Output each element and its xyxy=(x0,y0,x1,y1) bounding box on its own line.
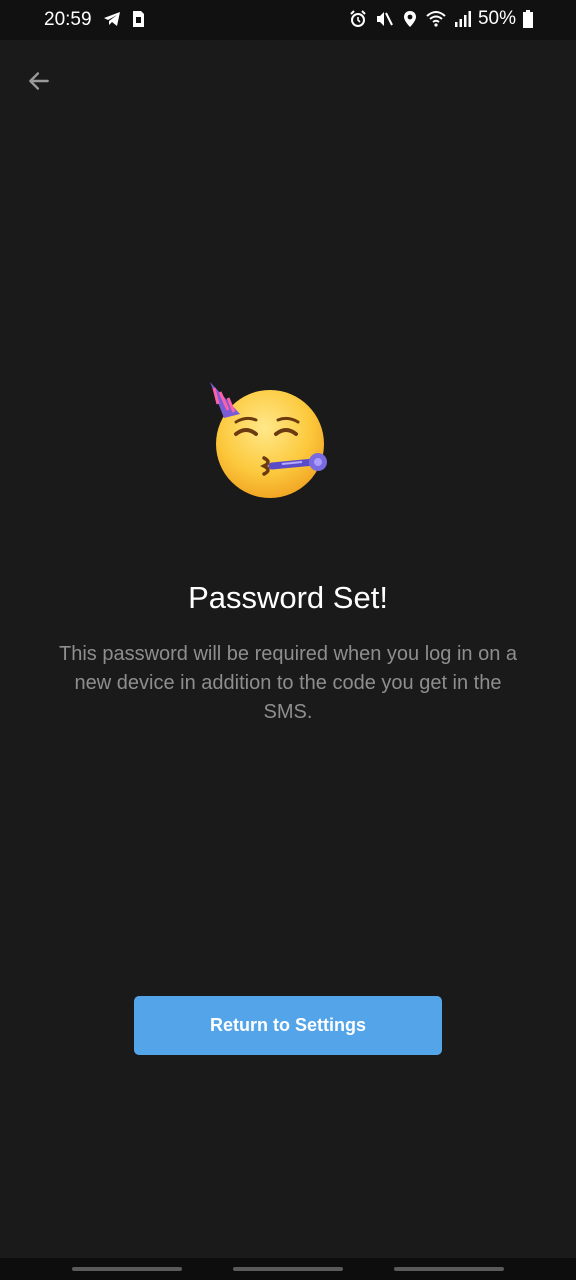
nav-recent-button[interactable] xyxy=(72,1267,182,1271)
description-text: This password will be required when you … xyxy=(58,643,518,723)
status-left-icons xyxy=(102,9,148,29)
system-nav-bar xyxy=(0,1258,576,1280)
signal-icon xyxy=(452,9,472,29)
location-icon xyxy=(400,9,420,29)
alarm-icon xyxy=(348,9,368,29)
arrow-left-icon xyxy=(26,68,52,94)
status-bar: 20:59 50% xyxy=(0,0,576,40)
back-button[interactable] xyxy=(20,62,58,100)
return-to-settings-button[interactable]: Return to Settings xyxy=(134,996,442,1055)
partying-face-emoji xyxy=(206,378,336,502)
status-right-icons: 50% xyxy=(348,8,534,30)
mute-icon xyxy=(374,9,394,29)
sim-icon xyxy=(128,9,148,29)
page-title: Password Set! xyxy=(188,580,388,615)
nav-home-button[interactable] xyxy=(233,1267,343,1271)
nav-back-button[interactable] xyxy=(394,1267,504,1271)
status-time: 20:59 xyxy=(44,9,92,30)
telegram-icon xyxy=(102,9,122,29)
battery-icon xyxy=(522,9,534,29)
battery-percentage: 50% xyxy=(477,8,516,29)
wifi-icon xyxy=(426,9,446,29)
